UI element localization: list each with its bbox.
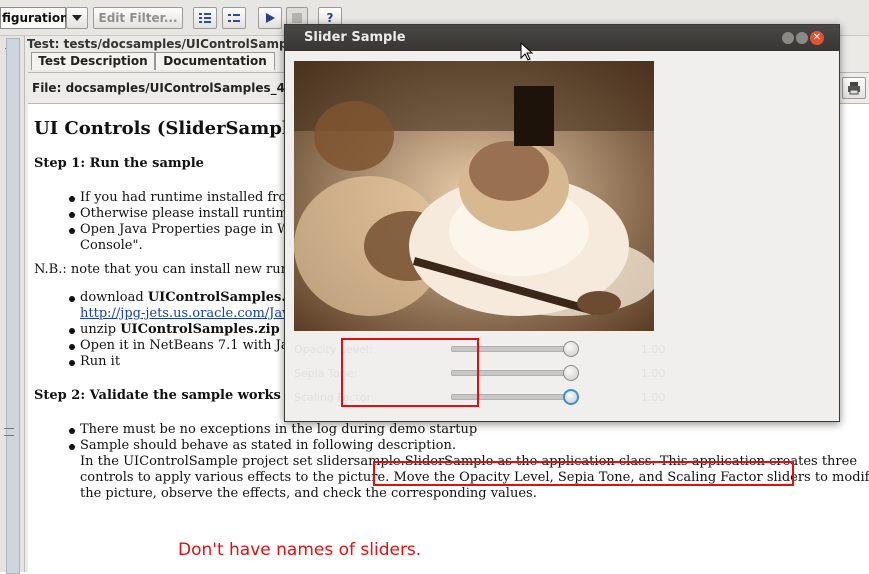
configuration-combo[interactable]: figuration [0, 7, 69, 29]
description-line: the picture, observe the effects, and ch… [80, 486, 537, 501]
list-collapse-icon [228, 14, 240, 22]
maximize-icon[interactable] [796, 32, 808, 44]
step1-item: Otherwise please install runtime [80, 206, 296, 221]
bullet [69, 212, 75, 218]
step1-heading: Step 1: Run the sample [34, 156, 204, 171]
step1-item: If you had runtime installed fron [80, 190, 295, 205]
list-expand-icon [199, 13, 211, 23]
splitter-grip[interactable] [4, 428, 14, 436]
configuration-combo-value: figuration [2, 11, 69, 25]
unzip-filename: UIControlSamples.zip [120, 322, 280, 337]
tab-test-description-label: Test Description [38, 54, 148, 68]
download-prefix: download [80, 290, 148, 305]
tab-documentation-label: Documentation [163, 54, 267, 68]
scaling-slider-knob[interactable] [563, 389, 579, 405]
run-item: Run it [80, 354, 121, 369]
slider-sample-window: Slider Sample ✕ Opacity Level: 1.00 Sepi… [284, 24, 840, 422]
tab-documentation[interactable]: Documentation [155, 52, 275, 70]
step1-item-continuation: Console". [80, 238, 143, 253]
window-titlebar[interactable]: Slider Sample ✕ [285, 25, 839, 51]
print-button[interactable] [842, 77, 866, 99]
vertical-scrollbar[interactable] [6, 38, 20, 574]
help-icon: ? [326, 11, 334, 25]
sepia-slider-knob[interactable] [563, 365, 579, 381]
bullet [69, 444, 75, 450]
annotation-slider-box [341, 338, 479, 407]
bullet [69, 360, 75, 366]
tab-test-description[interactable]: Test Description [31, 52, 155, 70]
file-path: docsamples/UIControlSamples_49. [65, 81, 298, 95]
mouse-cursor-icon [520, 42, 534, 61]
configuration-dropdown-button[interactable] [66, 7, 88, 29]
stop-icon [292, 13, 302, 23]
step2-item: There must be no exceptions in the log d… [80, 422, 478, 437]
edit-filter-button[interactable]: Edit Filter... [93, 7, 183, 29]
bullet [69, 428, 75, 434]
chevron-down-icon [72, 15, 82, 21]
nb-note: N.B.: note that you can install new runt [34, 262, 295, 277]
unzip-prefix: unzip [80, 322, 121, 337]
bullet [69, 328, 75, 334]
annotation-text: Don't have names of sliders. [178, 540, 422, 560]
download-link[interactable]: http://jpg-jets.us.oracle.com/Jav [80, 306, 289, 321]
minimize-icon[interactable] [782, 32, 794, 44]
step1-item: Open Java Properties page in W [80, 222, 291, 237]
play-icon [266, 13, 275, 23]
run-button[interactable] [258, 7, 282, 29]
edit-filter-label: Edit Filter... [98, 11, 178, 25]
unzip-item: unzip UIControlSamples.zip [80, 322, 280, 337]
close-icon[interactable]: ✕ [810, 31, 824, 45]
sepia-photo [294, 61, 654, 331]
bullet [69, 228, 75, 234]
file-prefix: File: [32, 81, 62, 95]
document-title: UI Controls (SliderSample [34, 118, 301, 139]
scaling-value: 1.00 [641, 391, 666, 404]
annotation-highlight-box [373, 461, 794, 486]
bullet [69, 344, 75, 350]
opacity-slider-knob[interactable] [563, 341, 579, 357]
file-label: File: docsamples/UIControlSamples_49. [32, 81, 298, 95]
step2-heading: Step 2: Validate the sample works [34, 388, 281, 403]
window-title: Slider Sample [304, 30, 406, 45]
expand-list-button[interactable] [193, 7, 217, 29]
bullet [69, 196, 75, 202]
sepia-value: 1.00 [641, 367, 666, 380]
printer-icon [848, 82, 860, 95]
download-filename: UIControlSamples.z [147, 290, 294, 305]
bullet [69, 296, 75, 302]
collapse-list-button[interactable] [222, 7, 246, 29]
download-item: download UIControlSamples.z [80, 290, 293, 305]
test-name-label: Test: tests/docsamples/UIControlSampl [27, 37, 292, 51]
open-netbeans-item: Open it in NetBeans 7.1 with Jav [80, 338, 296, 353]
opacity-value: 1.00 [641, 343, 666, 356]
step2-item: Sample should behave as stated in follow… [80, 438, 456, 453]
